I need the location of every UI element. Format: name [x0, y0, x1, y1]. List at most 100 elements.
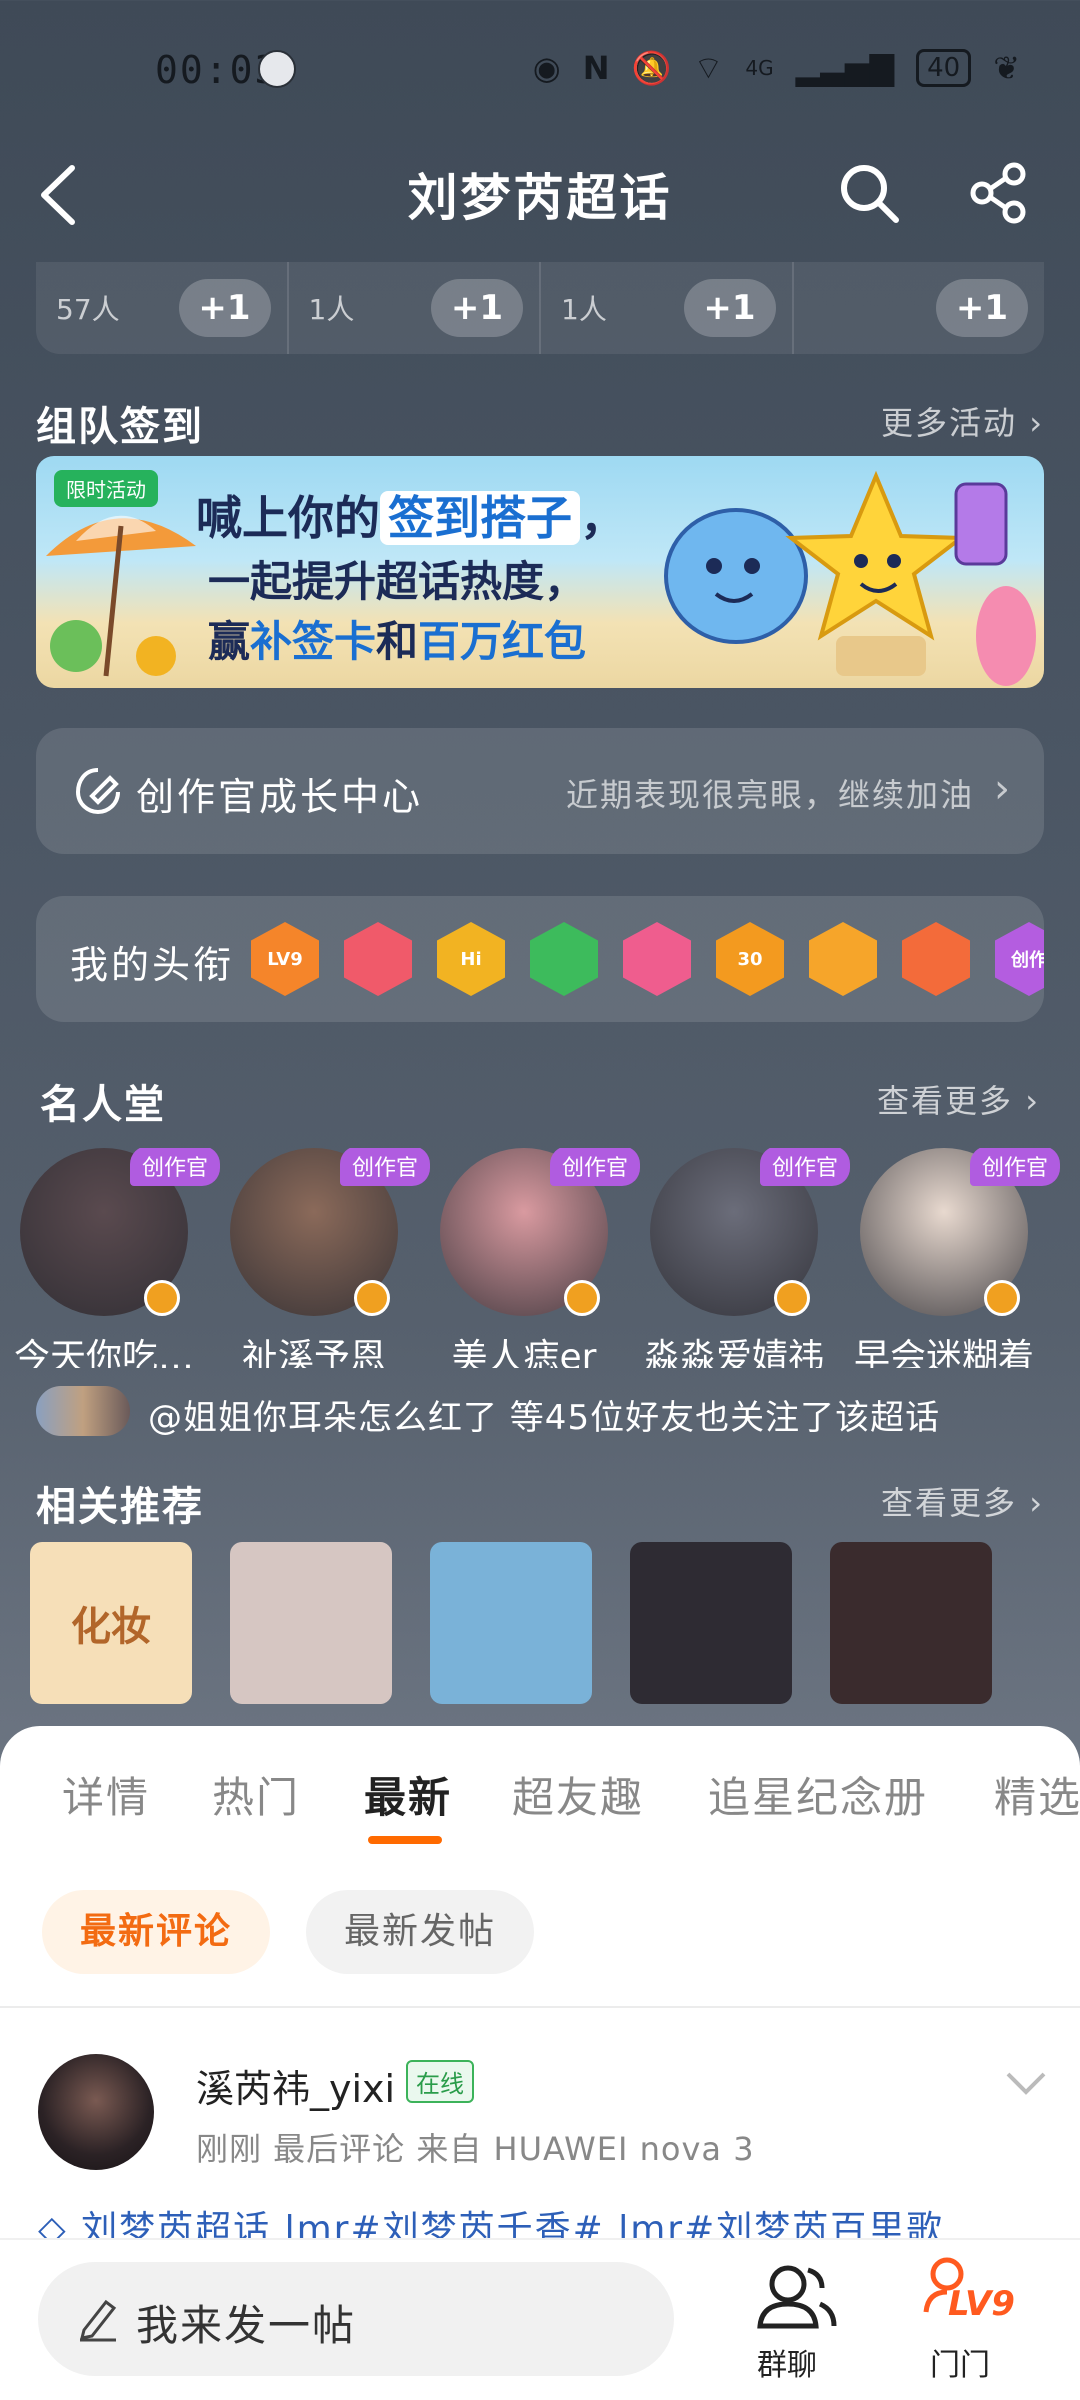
- related-topic-thumb[interactable]: [430, 1542, 592, 1704]
- related-more-link[interactable]: 查看更多 ›: [881, 1478, 1044, 1524]
- banner-line3-b: 百万红包: [418, 617, 587, 666]
- title-badge[interactable]: LV9: [251, 922, 319, 996]
- creator-center-title: 创作官成长中心: [136, 775, 424, 819]
- battery-icon: 40: [916, 49, 972, 87]
- strip-cell: 1人 +1: [289, 262, 541, 354]
- strip-count: 57人: [56, 293, 120, 326]
- badge-row: LV9 Hi 30 创作: [251, 922, 1044, 996]
- level-label: 门门: [930, 2348, 990, 2383]
- banner-line-3: 赢补签卡和百万红包: [208, 608, 586, 669]
- online-badge: 在线: [406, 2060, 474, 2103]
- mascot-illustration: [664, 470, 1036, 686]
- status-icons: ◉ N 🔕 ⌔ 4G ▂▃▅▇ 40 ❦: [533, 48, 1020, 88]
- search-icon[interactable]: [834, 158, 904, 228]
- hall-of-fame-more-link[interactable]: 查看更多 ›: [877, 1076, 1040, 1122]
- tab-details[interactable]: 详情: [62, 1764, 150, 1825]
- group-chat-icon[interactable]: [752, 2256, 842, 2346]
- page-title: 刘梦芮超话: [407, 169, 673, 227]
- post-meta: 刚刚 最后评论 来自 HUAWEI nova 3: [196, 2130, 755, 2168]
- tab-memorial-album[interactable]: 追星纪念册: [708, 1764, 928, 1825]
- banner-line-2: 一起提升超话热度，: [208, 557, 587, 606]
- latest-posts-chip[interactable]: 最新发帖: [306, 1890, 535, 1974]
- share-icon[interactable]: [964, 158, 1034, 228]
- mute-icon: 🔕: [631, 49, 672, 87]
- banner-line1-post: ，: [580, 491, 626, 545]
- fame-member[interactable]: 创作官淼淼爱婧祎: [634, 1148, 850, 1368]
- plus-one-button[interactable]: +1: [431, 279, 523, 337]
- hall-of-fame-row: 创作官 今天你吃… 创作官 祉溪予恩 创作官 美人痣er 创作官 淼淼爱婧祎 创作官 早会迷糊着: [0, 1148, 1080, 1368]
- title-badge[interactable]: [344, 922, 412, 996]
- strip-cell: 57人 +1: [36, 262, 289, 354]
- chevron-right-icon: ›: [994, 766, 1012, 812]
- leaf-icon: ❦: [993, 49, 1020, 87]
- title-badge[interactable]: [623, 922, 691, 996]
- avatar: 创作官: [20, 1148, 220, 1316]
- banner-line3-pre: 赢: [208, 617, 251, 666]
- hall-of-fame-title: 名人堂: [40, 1082, 166, 1128]
- eye-icon: ◉: [532, 49, 561, 87]
- fame-member[interactable]: 创作官 祉溪予恩: [214, 1148, 430, 1368]
- my-titles-label: 我的头衔: [70, 943, 235, 987]
- hall-of-fame-more-label: 查看更多: [877, 1082, 1014, 1120]
- my-titles-card[interactable]: 我的头衔 LV9 Hi 30 创作: [36, 896, 1044, 1022]
- plus-one-button[interactable]: +1: [178, 279, 271, 337]
- fame-member[interactable]: 创作官今天你吃…: [4, 1148, 220, 1368]
- plus-one-button[interactable]: +1: [936, 279, 1028, 337]
- fame-member-name: 美人痣er: [451, 1337, 597, 1368]
- group-chat-label: 群聊: [757, 2348, 817, 2383]
- related-topic-thumb[interactable]: 化妆: [30, 1542, 192, 1704]
- fame-member-name: 今天你吃…: [13, 1337, 194, 1368]
- related-topic-thumb[interactable]: [230, 1542, 392, 1704]
- plus-one-button[interactable]: +1: [683, 279, 776, 337]
- related-more-label: 查看更多: [881, 1484, 1018, 1522]
- related-title: 相关推荐: [36, 1484, 204, 1530]
- strip-count: 1人: [308, 293, 355, 326]
- latest-comments-chip[interactable]: 最新评论: [42, 1890, 271, 1974]
- banner-line3-a: 补签卡: [250, 617, 377, 666]
- title-badge[interactable]: [809, 922, 877, 996]
- tab-latest[interactable]: 最新: [364, 1764, 452, 1825]
- divider: [0, 2006, 1080, 2008]
- verified-icon: [354, 1280, 390, 1316]
- compose-text: 我来发一帖: [136, 2301, 357, 2350]
- strip-count: 1人: [561, 293, 607, 326]
- creator-center-subtitle: 近期表现很亮眼，继续加油: [565, 776, 974, 814]
- avatar: 创作官: [860, 1148, 1060, 1316]
- creator-pen-icon: [75, 768, 120, 815]
- tab-hot[interactable]: 热门: [212, 1764, 300, 1825]
- title-badge[interactable]: [902, 922, 970, 996]
- strip-cell: 1人 +1: [541, 262, 794, 354]
- creator-center-card[interactable]: 创作官成长中心 近期表现很亮眼，继续加油 ›: [36, 728, 1044, 854]
- banner-line1-pre: 喊上你的: [196, 491, 380, 545]
- more-activities-link[interactable]: 更多活动 ›: [881, 398, 1044, 444]
- avatar: 创作官: [440, 1148, 640, 1316]
- title-badge[interactable]: Hi: [437, 922, 505, 996]
- verified-icon: [984, 1280, 1020, 1316]
- network-label: 4G: [745, 56, 774, 80]
- verified-icon: [774, 1280, 810, 1316]
- avatar: 创作官: [650, 1148, 850, 1316]
- followers-text[interactable]: @姐姐你耳朵怎么红了 等45位好友也关注了该超话: [148, 1390, 940, 1439]
- fame-member-name: 淼淼爱婧祎: [643, 1337, 824, 1368]
- chevron-down-icon[interactable]: [1004, 2068, 1048, 2098]
- checkin-banner[interactable]: 限时活动 喊上你的 签到搭子， 一起提升超话热度， 赢补签卡和百万红包: [36, 456, 1044, 688]
- nfc-icon: N: [582, 49, 610, 87]
- chevron-right-icon: ›: [1025, 1082, 1040, 1120]
- title-badge[interactable]: [530, 922, 598, 996]
- fame-member[interactable]: 创作官 早会迷糊着: [844, 1148, 1060, 1368]
- creator-tag: 创作官: [969, 1148, 1060, 1186]
- title-badge[interactable]: 创作: [995, 922, 1044, 996]
- post-author-avatar[interactable]: [38, 2054, 154, 2170]
- banner-line-1: 喊上你的 签到搭子，: [196, 482, 626, 548]
- avatar: 创作官: [230, 1148, 430, 1316]
- related-topic-thumb[interactable]: [830, 1542, 992, 1704]
- pencil-icon: [79, 2299, 117, 2342]
- tab-super-fun[interactable]: 超友趣: [512, 1764, 644, 1825]
- chevron-right-icon: ›: [1029, 1484, 1044, 1522]
- wifi-icon: ⌔: [693, 49, 724, 87]
- tab-featured[interactable]: 精选: [994, 1764, 1080, 1825]
- title-badge[interactable]: 30: [716, 922, 784, 996]
- post-author-name[interactable]: 溪芮祎_yixi: [196, 2058, 395, 2113]
- fame-member[interactable]: 创作官美人痣er: [424, 1148, 640, 1368]
- related-topic-thumb[interactable]: [630, 1542, 792, 1704]
